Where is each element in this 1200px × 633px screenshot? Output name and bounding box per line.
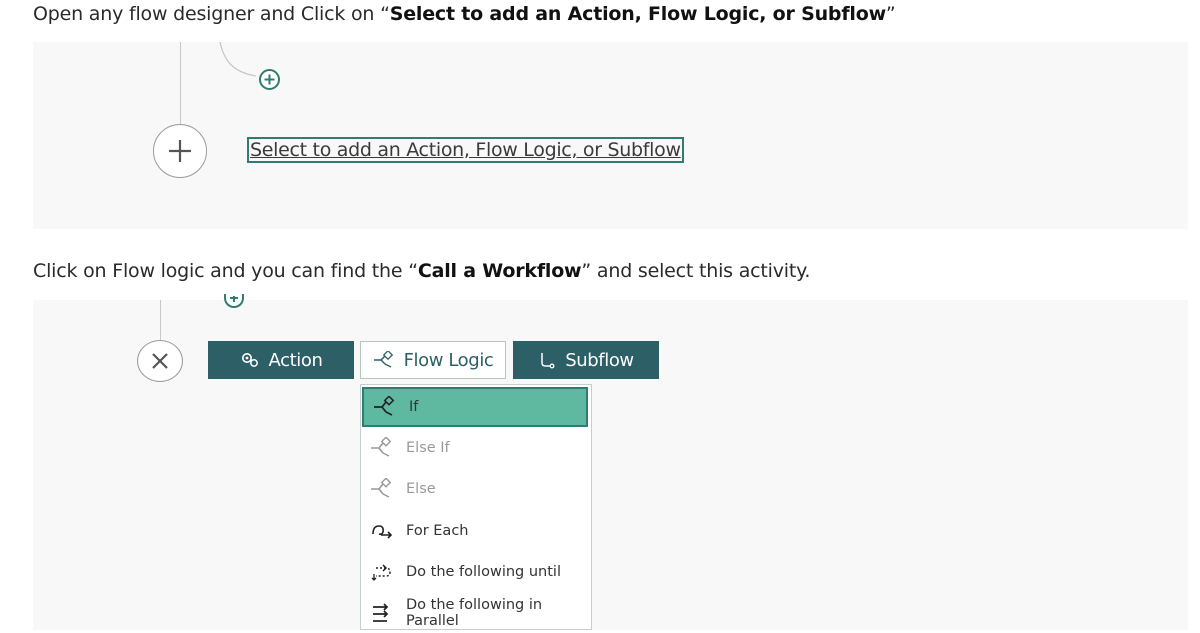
step-2-text-end: ” and select this activity. [581, 260, 811, 282]
menu-item-label: If [409, 399, 419, 415]
menu-item-else-if: Else If [361, 428, 591, 468]
loop-arrow-icon [372, 525, 393, 539]
branch-icon [371, 437, 392, 457]
loop-until-icon [371, 564, 391, 581]
branch-icon [371, 478, 392, 498]
subflow-icon [541, 353, 555, 369]
add-step-plus-icon[interactable] [224, 294, 244, 308]
tab-flow-logic[interactable]: Flow Logic [360, 341, 506, 379]
flow-connector-line [180, 42, 181, 132]
tab-flow-logic-label: Flow Logic [403, 349, 494, 371]
add-step-button[interactable] [153, 124, 207, 178]
menu-item-label: For Each [406, 523, 469, 539]
step-1-instruction: Open any flow designer and Click on “Sel… [33, 3, 896, 25]
flow-connector-line [160, 300, 161, 341]
close-icon [152, 353, 168, 369]
parallel-arrows-icon [373, 603, 389, 622]
menu-item-label: Else [406, 481, 436, 497]
tab-action[interactable]: Action [208, 341, 354, 379]
step-2-instruction: Click on Flow logic and you can find the… [33, 260, 810, 282]
step-2-text: Click on Flow logic and you can find the… [33, 260, 418, 282]
menu-item-if[interactable]: If [362, 387, 588, 427]
branch-icon [374, 396, 395, 416]
step-1-bold-text: Select to add an Action, Flow Logic, or … [389, 3, 886, 25]
menu-item-label: Do the following in Parallel [406, 597, 543, 629]
step-1-text: Open any flow designer and Click on “ [33, 3, 390, 25]
tab-action-label: Action [268, 349, 323, 371]
menu-item-label: Do the following until [406, 564, 561, 580]
flow-designer-screenshot-2: Action Flow Logic Subflow If Else If Els… [33, 294, 1188, 630]
menu-item-else: Else [361, 469, 591, 509]
add-step-plus-icon[interactable] [259, 69, 280, 90]
tab-subflow[interactable]: Subflow [513, 341, 659, 379]
menu-item-parallel[interactable]: Do the following in Parallel [361, 593, 591, 633]
step-1-text-end: ” [885, 3, 896, 25]
plus-icon [169, 140, 191, 162]
flow-logic-icon [373, 351, 393, 368]
close-button[interactable] [137, 340, 183, 382]
menu-item-for-each[interactable]: For Each [361, 511, 591, 551]
flow-designer-screenshot-1: Select to add an Action, Flow Logic, or … [33, 42, 1188, 229]
menu-item-do-until[interactable]: Do the following until [361, 552, 591, 592]
tab-subflow-label: Subflow [565, 349, 634, 371]
select-to-add-link[interactable]: Select to add an Action, Flow Logic, or … [247, 137, 684, 163]
gears-icon [241, 353, 258, 367]
menu-item-label: Else If [406, 440, 450, 456]
flow-logic-menu: If Else If Else For Each Do the followin… [360, 384, 592, 630]
step-2-bold-text: Call a Workflow [417, 260, 582, 282]
